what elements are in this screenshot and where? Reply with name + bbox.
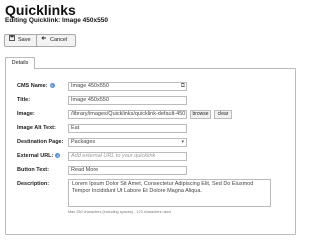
cancel-button-label: Cancel — [50, 37, 68, 43]
browse-button[interactable]: browse — [190, 110, 211, 119]
clear-button[interactable]: clear — [214, 110, 232, 119]
info-icon[interactable]: i — [49, 83, 55, 89]
title-input[interactable]: Image 450x550 — [68, 96, 187, 105]
character-counter: Max 250 characters (including spaces) - … — [68, 210, 171, 214]
image-alt-input[interactable]: Eat — [68, 124, 187, 133]
cms-name-input[interactable]: Image 450x550 ⧉ — [68, 82, 187, 91]
save-button-label: Save — [18, 37, 31, 43]
cms-name-value: Image 450x550 — [71, 83, 109, 89]
title-label: Title: — [17, 97, 31, 103]
description-textarea[interactable]: Lorem Ipsum Dolor Sit Amet, Consectetur … — [68, 179, 271, 207]
page-subtitle: Editing Quicklink: Image 450x550 — [5, 17, 108, 24]
image-label: Image: — [17, 111, 35, 117]
save-icon — [9, 35, 15, 46]
external-url-input[interactable]: Add external URL to your quicklink — [68, 152, 187, 161]
external-url-label: External URL: i — [17, 153, 61, 160]
destination-page-select[interactable]: Packages ▾ — [68, 138, 187, 147]
destination-page-value: Packages — [71, 139, 96, 145]
back-arrow-icon — [41, 35, 47, 46]
image-alt-label: Image Alt Text: — [17, 125, 56, 131]
cms-name-label: CMS Name: i — [17, 83, 55, 90]
button-text-label: Button Text: — [17, 167, 49, 173]
destination-page-label: Destination Page: — [17, 139, 64, 145]
save-button[interactable]: Save — [4, 34, 38, 47]
external-url-label-text: External URL: — [17, 153, 54, 159]
page-title: Quicklinks — [5, 2, 76, 18]
cms-name-label-text: CMS Name: — [17, 83, 48, 89]
chevron-down-icon: ▾ — [181, 139, 184, 145]
button-text-input[interactable]: Read More — [68, 166, 187, 175]
image-path-input[interactable]: /library/images/Quicklinks/quicklink-def… — [68, 110, 187, 119]
description-label: Description: — [17, 181, 50, 187]
cancel-button[interactable]: Cancel — [36, 34, 76, 47]
copy-icon[interactable]: ⧉ — [181, 83, 185, 90]
tab-details[interactable]: Details — [5, 57, 35, 69]
info-icon[interactable]: i — [55, 153, 61, 159]
